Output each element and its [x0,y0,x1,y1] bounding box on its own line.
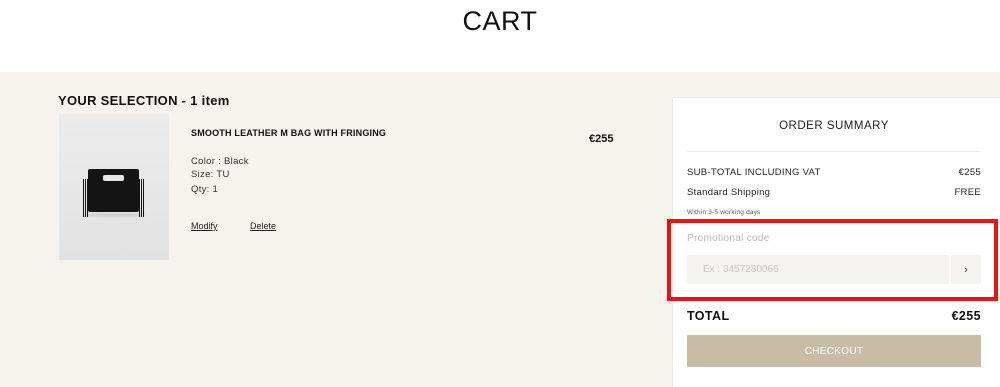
subtotal-label: SUB-TOTAL INCLUDING VAT [687,167,821,178]
product-price: €255 [589,133,614,145]
promo-code-input[interactable] [687,255,949,284]
subtotal-value: €255 [958,167,981,178]
bag-fringe-left [83,179,88,217]
product-image[interactable] [59,114,169,260]
product-qty: Qty: 1 [191,184,219,195]
checkout-button[interactable]: CHECKOUT [687,335,981,367]
chevron-right-icon: › [964,263,968,276]
shipping-label: Standard Shipping [687,187,771,198]
product-color: Color : Black [191,156,249,167]
modify-link[interactable]: Modify [191,221,218,231]
cart-main: YOUR SELECTION - 1 item SMOOTH LEATHER M… [0,72,1000,387]
promo-code-label: Promotional code [687,233,770,244]
bag-handle [103,175,124,181]
total-row: TOTAL €255 [687,309,981,323]
total-label: TOTAL [687,309,730,323]
product-name[interactable]: SMOOTH LEATHER M BAG WITH FRINGING [191,128,386,138]
shipping-note: Within 3-5 working days [687,209,761,216]
page-title: CART [462,6,538,36]
promo-submit-button[interactable]: › [951,255,981,284]
product-size: Size: TU [191,169,230,180]
selection-title: YOUR SELECTION - 1 item [58,93,230,108]
delete-link[interactable]: Delete [250,221,276,231]
order-summary-title: ORDER SUMMARY [779,120,889,132]
bag-shadow [83,213,145,217]
shipping-value: FREE [954,187,981,198]
bag-illustration [83,169,144,217]
shipping-row: Standard Shipping FREE [687,187,981,198]
bag-fringe-right [139,179,144,217]
total-value: €255 [951,309,981,323]
summary-divider [687,151,981,152]
page-header: CART [0,0,1000,72]
subtotal-row: SUB-TOTAL INCLUDING VAT €255 [687,167,981,178]
